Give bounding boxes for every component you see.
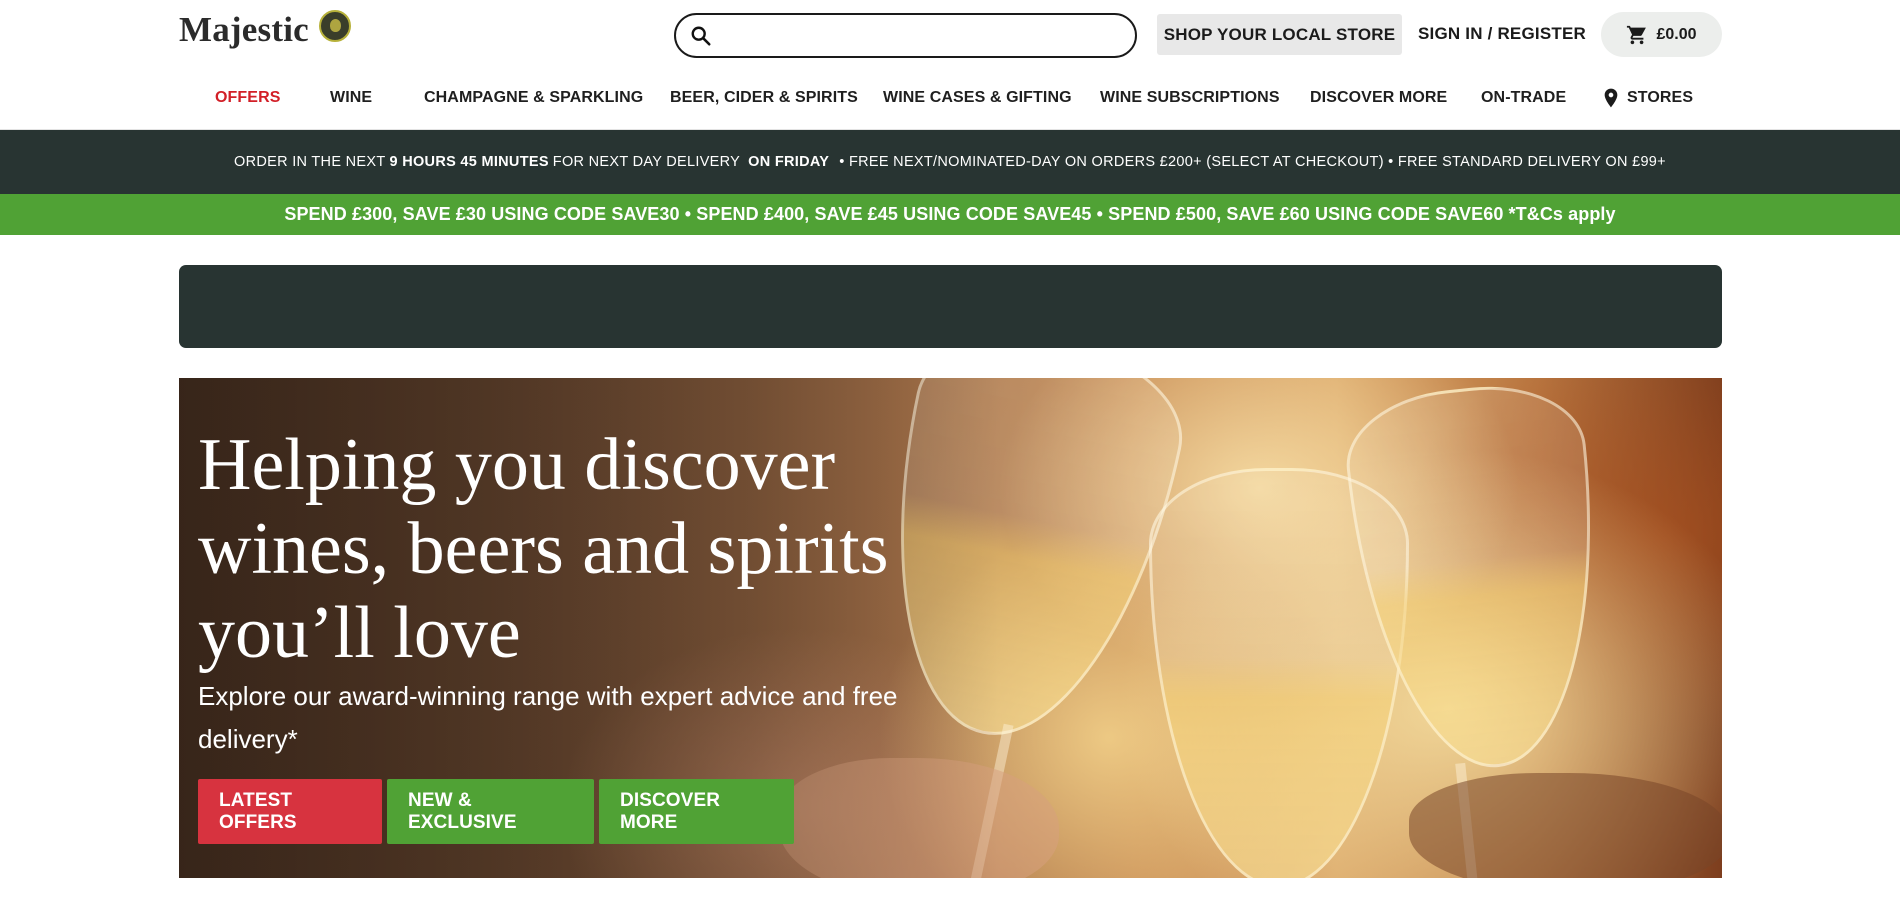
grape-logo-icon [318,10,351,42]
nav-item-beer-cider-spirits[interactable]: BEER, CIDER & SPIRITS [670,89,858,107]
shop-local-store-button[interactable]: SHOP YOUR LOCAL STORE [1157,14,1402,55]
nav-item-discover-more[interactable]: DISCOVER MORE [1310,89,1447,107]
delivery-prefix: ORDER IN THE NEXT [234,154,386,170]
latest-offers-button[interactable]: LATEST OFFERS [198,779,382,844]
nav-item-stores[interactable]: STORES [1603,88,1693,108]
cart-icon [1627,25,1647,44]
search-input[interactable] [722,21,1122,51]
delivery-suffix: • FREE NEXT/NOMINATED-DAY ON ORDERS £200… [839,154,1666,170]
nav-item-wine[interactable]: WINE [330,89,372,107]
search-icon [691,26,711,46]
delivery-middle: FOR NEXT DAY DELIVERY [552,154,741,170]
hero-title: Helping you discover wines, beers and sp… [198,424,889,674]
hero-subtitle: Explore our award-winning range with exp… [198,681,898,754]
hero-buttons: LATEST OFFERS NEW & EXCLUSIVE DISCOVER M… [198,779,794,844]
sign-in-register-link[interactable]: SIGN IN / REGISTER [1418,24,1586,44]
majestic-logo[interactable]: Majestic [179,10,351,50]
cart-total: £0.00 [1656,25,1697,43]
logo-text: Majestic [179,10,309,49]
search-bar[interactable] [674,13,1137,58]
nav-item-champagne-sparkling[interactable]: CHAMPAGNE & SPARKLING [424,89,643,107]
new-exclusive-button[interactable]: NEW & EXCLUSIVE [387,779,594,844]
nav-item-wine-subscriptions[interactable]: WINE SUBSCRIPTIONS [1100,89,1280,107]
announcement-panel [179,265,1722,348]
delivery-countdown: 9 HOURS 45 MINUTES [389,154,549,170]
nav-item-wine-cases-gifting[interactable]: WINE CASES & GIFTING [883,89,1072,107]
delivery-day: ON FRIDAY [748,154,830,170]
discover-more-button[interactable]: DISCOVER MORE [599,779,794,844]
location-pin-icon [1604,88,1618,108]
site-header: Majestic SHOP YOUR LOCAL STORE SIGN IN /… [0,0,1900,130]
promo-text: SPEND £300, SAVE £30 USING CODE SAVE30 •… [284,204,1616,224]
nav-item-offers[interactable]: OFFERS [215,89,281,107]
hand-image [1409,773,1722,878]
promo-code-bar[interactable]: SPEND £300, SAVE £30 USING CODE SAVE30 •… [0,194,1900,235]
stores-label: STORES [1627,89,1694,106]
cart-button[interactable]: £0.00 [1601,12,1722,57]
main-navigation: OFFERS WINE CHAMPAGNE & SPARKLING BEER, … [179,86,1722,110]
delivery-countdown-bar: ORDER IN THE NEXT 9 HOURS 45 MINUTES FOR… [0,130,1900,194]
nav-item-on-trade[interactable]: ON-TRADE [1481,89,1566,107]
hero-banner: Helping you discover wines, beers and sp… [179,378,1722,878]
